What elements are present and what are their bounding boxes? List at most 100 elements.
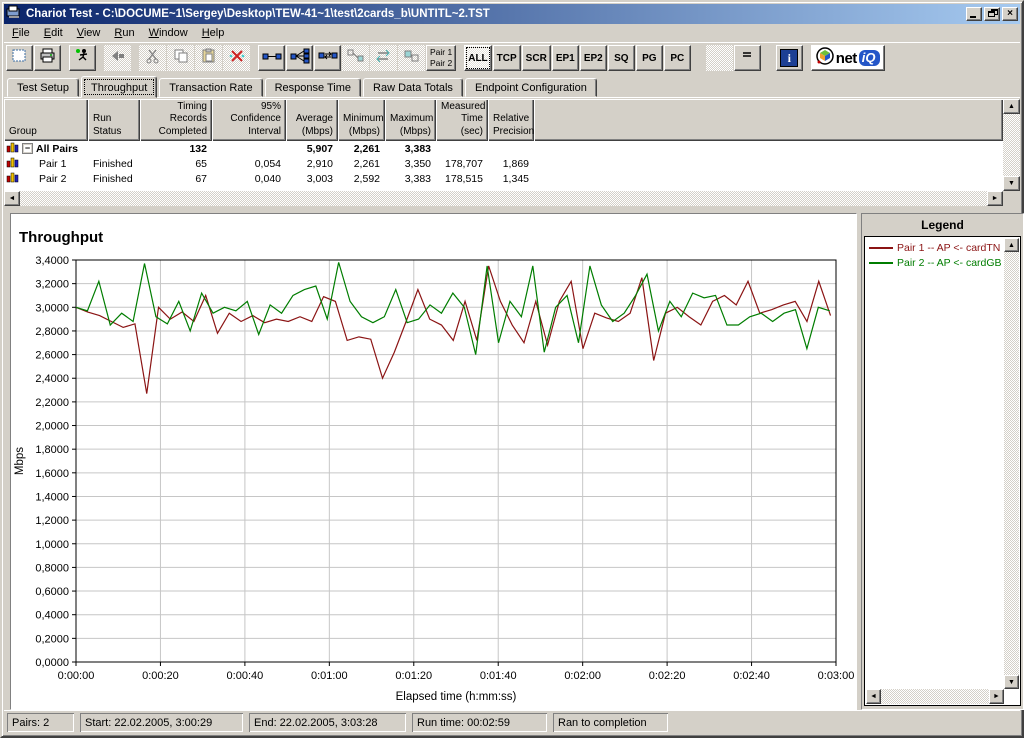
svg-text:3,2000: 3,2000: [35, 279, 69, 291]
chart-view-button[interactable]: [705, 45, 733, 71]
menu-edit[interactable]: Edit: [37, 25, 70, 41]
filter-pg-button[interactable]: PG: [635, 45, 663, 71]
tab-response-time[interactable]: Response Time: [264, 78, 362, 97]
tab-raw-data-totals[interactable]: Raw Data Totals: [363, 78, 463, 97]
svg-text:0:02:00: 0:02:00: [564, 670, 601, 682]
table-horizontal-scrollbar[interactable]: ◄ ►: [4, 191, 1003, 206]
info-button[interactable]: i: [775, 45, 803, 71]
delete-button[interactable]: [223, 45, 250, 71]
svg-text:1,2000: 1,2000: [35, 515, 69, 527]
copy-icon: [172, 48, 190, 69]
replicate-pair-button[interactable]: [342, 45, 369, 71]
delete-x-icon: [228, 48, 246, 69]
list-view-button[interactable]: [733, 45, 761, 71]
svg-text:0:01:20: 0:01:20: [395, 670, 432, 682]
runner-icon: [74, 48, 92, 69]
table-row-pair-2[interactable]: Pair 2 Finished 67 0,040 3,003 2,592 3,3…: [4, 171, 1003, 186]
info-icon: i: [780, 49, 799, 67]
menu-run[interactable]: Run: [107, 25, 141, 41]
filter-ep2-button[interactable]: EP2: [579, 45, 607, 71]
netiq-logo[interactable]: net iQ: [810, 45, 885, 71]
results-panel: Group Run Status Timing Records Completed…: [4, 97, 1020, 206]
column-header-run-status[interactable]: Run Status: [88, 99, 140, 141]
legend-item-pair-1[interactable]: Pair 1 -- AP <- cardTN: [869, 240, 1002, 255]
rewind-button[interactable]: [104, 45, 131, 71]
legend-item-pair-2[interactable]: Pair 2 -- AP <- cardGB: [869, 255, 1002, 270]
close-button[interactable]: ×: [1002, 7, 1018, 21]
legend-panel: Legend Pair 1 -- AP <- cardTN Pair 2 -- …: [861, 213, 1024, 710]
add-pair-button[interactable]: [258, 45, 285, 71]
cut-button[interactable]: [139, 45, 166, 71]
menu-view[interactable]: View: [70, 25, 108, 41]
clipboard-icon: [200, 48, 218, 69]
svg-text:Mbps: Mbps: [14, 447, 26, 475]
svg-text:2,0000: 2,0000: [35, 421, 69, 433]
group-pairs-button[interactable]: [398, 45, 425, 71]
svg-text:2,8000: 2,8000: [35, 326, 69, 338]
table-row-all-pairs[interactable]: − All Pairs 132 5,907 2,261 3,383: [4, 141, 1003, 156]
legend-horizontal-scrollbar[interactable]: ◄ ►: [866, 689, 1004, 704]
column-header-measured-time[interactable]: Measured Time (sec): [436, 99, 488, 141]
filter-ep1-button[interactable]: EP1: [551, 45, 579, 71]
add-multicast-group-button[interactable]: [286, 45, 313, 71]
scroll-left-icon[interactable]: ◄: [866, 689, 881, 704]
column-header-filler: [534, 99, 1003, 141]
column-header-maximum[interactable]: Maximum (Mbps): [385, 99, 436, 141]
column-header-average[interactable]: Average (Mbps): [286, 99, 338, 141]
menu-file[interactable]: File: [5, 25, 37, 41]
filter-scr-button[interactable]: SCR: [521, 45, 551, 71]
tab-endpoint-configuration[interactable]: Endpoint Configuration: [464, 78, 597, 97]
collapse-toggle[interactable]: −: [22, 143, 33, 154]
status-start-time: Start: 22.02.2005, 3:00:29: [80, 713, 243, 732]
legend-vertical-scrollbar[interactable]: ▲ ▼: [1004, 238, 1019, 689]
print-button[interactable]: [34, 45, 61, 71]
edit-pair-button[interactable]: [314, 45, 341, 71]
app-window: Chariot Test - C:\DOCUME~1\Sergey\Deskto…: [0, 0, 1024, 738]
pair-list-button[interactable]: Pair 1 Pair 2: [426, 45, 457, 71]
menu-window[interactable]: Window: [142, 25, 195, 41]
column-header-relative-precision[interactable]: Relative Precision: [488, 99, 534, 141]
filter-all-button[interactable]: ALL: [464, 45, 492, 71]
restore-button[interactable]: [984, 7, 1000, 21]
column-header-group[interactable]: Group: [4, 99, 88, 141]
swap-endpoints-button[interactable]: [370, 45, 397, 71]
column-header-minimum[interactable]: Minimum (Mbps): [338, 99, 385, 141]
scroll-up-icon[interactable]: ▲: [1004, 238, 1019, 252]
new-document-icon: [11, 48, 29, 69]
tab-transaction-rate[interactable]: Transaction Rate: [159, 78, 263, 97]
menu-help[interactable]: Help: [195, 25, 232, 41]
filter-pc-button[interactable]: PC: [663, 45, 691, 71]
run-test-button[interactable]: [69, 45, 96, 71]
minimize-button[interactable]: [966, 7, 982, 21]
svg-text:2,2000: 2,2000: [35, 397, 69, 409]
table-row-pair-1[interactable]: Pair 1 Finished 65 0,054 2,910 2,261 3,3…: [4, 156, 1003, 171]
new-test-button[interactable]: [6, 45, 33, 71]
status-completion: Ran to completion: [553, 713, 668, 732]
scroll-up-icon[interactable]: ▲: [1003, 99, 1020, 114]
tab-throughput[interactable]: Throughput: [80, 76, 158, 98]
swap-icon: [374, 48, 394, 69]
column-header-timing-records[interactable]: Timing Records Completed: [140, 99, 212, 141]
legend-box: Pair 1 -- AP <- cardTN Pair 2 -- AP <- c…: [864, 236, 1021, 706]
scroll-right-icon[interactable]: ►: [987, 191, 1003, 206]
scroll-down-icon[interactable]: ▼: [1003, 176, 1020, 191]
svg-text:1,6000: 1,6000: [35, 468, 69, 480]
rewind-icon: [109, 48, 127, 69]
paste-button[interactable]: [195, 45, 222, 71]
table-vertical-scrollbar[interactable]: ▲ ▼: [1003, 99, 1020, 191]
svg-text:1,0000: 1,0000: [35, 539, 69, 551]
results-grid: Group Run Status Timing Records Completed…: [4, 99, 1003, 191]
filter-tcp-button[interactable]: TCP: [492, 45, 521, 71]
scroll-down-icon[interactable]: ▼: [1004, 675, 1019, 689]
chart-bars-icon: [6, 156, 19, 171]
scroll-left-icon[interactable]: ◄: [4, 191, 20, 206]
tab-test-setup[interactable]: Test Setup: [7, 78, 79, 97]
scroll-right-icon[interactable]: ►: [989, 689, 1004, 704]
copy-button[interactable]: [167, 45, 194, 71]
results-header-row: Group Run Status Timing Records Completed…: [4, 99, 1003, 141]
column-header-confidence[interactable]: 95% Confidence Interval: [212, 99, 286, 141]
svg-text:Elapsed time (h:mm:ss): Elapsed time (h:mm:ss): [396, 691, 517, 703]
filter-sq-button[interactable]: SQ: [607, 45, 635, 71]
status-pairs: Pairs: 2: [7, 713, 74, 732]
svg-text:0:03:00: 0:03:00: [818, 670, 855, 682]
